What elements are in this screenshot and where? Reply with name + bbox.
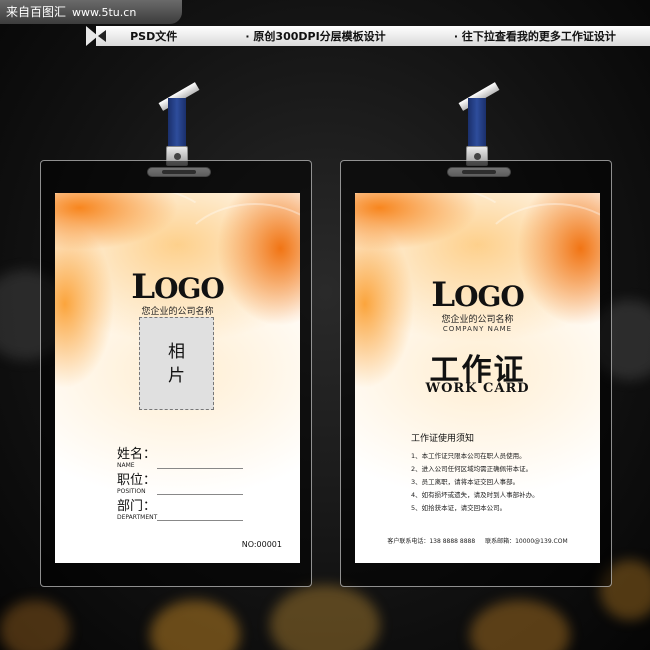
bokeh-light [150,600,240,650]
company-logo: LOGO 您企业的公司名称 COMPANY NAME [355,275,600,333]
card-number: NO:00001 [241,540,282,549]
lanyard-strap [168,98,186,148]
photo-placeholder: 相 片 [139,317,214,410]
usage-rules: 工作证使用须知 1、本工作证只限本公司在职人员使用。 2、进入公司任何区域均需正… [411,431,591,515]
rule-item: 5、如拾获本证，请交回本公司。 [411,504,507,512]
card-holder-front: LOGO 您企业的公司名称 COMPANY NAME 相 片 姓名： NAME … [40,160,312,587]
company-name-en: COMPANY NAME [442,325,513,333]
work-card-front: LOGO 您企业的公司名称 COMPANY NAME 相 片 姓名： NAME … [55,193,300,563]
banner-arrow-icon [98,30,106,42]
card-holder-back: LOGO 您企业的公司名称 COMPANY NAME 工作证 WORK CARD… [340,160,612,587]
contact-phone: 客户联系电话：138 8888 8888 [387,538,476,545]
name-field: 姓名： NAME [117,448,243,470]
company-name-cn: 您企业的公司名称 [441,315,514,325]
rules-heading: 工作证使用须知 [411,434,475,444]
logo-mark: LOGO [131,267,225,307]
site-watermark: 来自百图汇 www.5tu.cn [0,0,182,24]
banner-item-dpi: · 原创300DPI分层模板设计 [245,30,386,43]
contact-info: 客户联系电话：138 8888 8888 联系邮箱：10000@139.COM [355,536,600,545]
bokeh-light [270,585,380,650]
watermark-url: www.5tu.cn [72,6,137,19]
logo-mark: LOGO [431,275,525,315]
banner-item-psd: PSD文件 [130,30,178,43]
rule-item: 3、员工离职，请将本证交回人事部。 [411,478,520,486]
company-name-cn: 您企业的公司名称 [141,307,214,317]
rule-item: 4、如有损坏或遗失，请及时到人事部补办。 [411,491,539,499]
clip-hole-icon [174,153,181,160]
clip-hole-icon [474,153,481,160]
card-title-en: WORK CARD [425,381,530,396]
bokeh-light [470,600,570,650]
bokeh-light [0,600,70,650]
banner-item-more: · 往下拉查看我的更多工作证设计 [453,30,616,43]
lanyard-strap [468,98,486,148]
header-banner: PSD文件 · 原创300DPI分层模板设计 · 往下拉查看我的更多工作证设计 [96,26,650,46]
position-field: 职位： POSITION [117,474,243,496]
rule-item: 2、进入公司任何区域均需正确佩带本证。 [411,465,533,473]
watermark-site-name: 来自百图汇 [6,5,67,19]
contact-email: 联系邮箱：10000@139.COM [485,538,568,545]
department-field: 部门： DEPARTMENT [117,500,243,522]
work-card-back: LOGO 您企业的公司名称 COMPANY NAME 工作证 WORK CARD… [355,193,600,563]
rule-item: 1、本工作证只限本公司在职人员使用。 [411,452,526,460]
